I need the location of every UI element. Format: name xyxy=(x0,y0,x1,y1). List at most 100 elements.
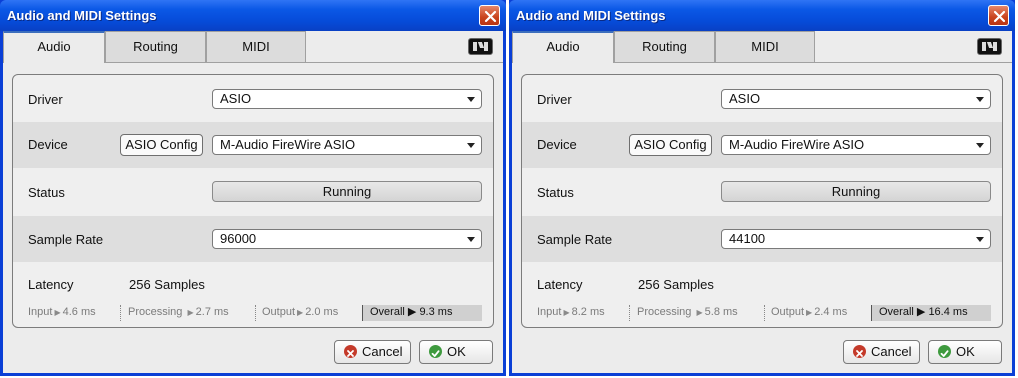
latency-label: Latency xyxy=(28,277,74,292)
device-select[interactable]: M-Audio FireWire ASIO xyxy=(212,135,482,155)
driver-row: Driver ASIO xyxy=(522,75,1002,122)
check-circle-icon xyxy=(429,345,442,358)
input-latency: Input ▶ 8.2 ms xyxy=(537,306,605,318)
chevron-down-icon xyxy=(467,237,475,242)
driver-select[interactable]: ASIO xyxy=(212,89,482,109)
sample-rate-select[interactable]: 44100 xyxy=(721,229,991,249)
settings-window-left: Audio and MIDI Settings Audio Routing MI… xyxy=(0,0,506,376)
native-instruments-logo-icon xyxy=(468,38,493,55)
input-latency: Input ▶ 4.6 ms xyxy=(28,306,96,318)
triangle-right-icon: ▶ xyxy=(407,306,417,318)
chevron-down-icon xyxy=(976,237,984,242)
tab-audio[interactable]: Audio xyxy=(3,31,105,63)
sample-rate-value: 96000 xyxy=(220,231,257,246)
triangle-right-icon: ▶ xyxy=(563,308,570,317)
chevron-down-icon xyxy=(467,143,475,148)
status-indicator: Running xyxy=(212,181,482,202)
status-label: Status xyxy=(28,185,65,200)
ok-button[interactable]: OK xyxy=(419,340,493,364)
sample-rate-select[interactable]: 96000 xyxy=(212,229,482,249)
tab-audio[interactable]: Audio xyxy=(512,31,614,63)
check-circle-icon xyxy=(938,345,951,358)
tab-midi[interactable]: MIDI xyxy=(715,31,815,63)
tab-routing[interactable]: Routing xyxy=(614,31,715,63)
cancel-label: Cancel xyxy=(871,344,912,359)
overall-latency: Overall ▶ 9.3 ms xyxy=(362,305,482,321)
tab-divider xyxy=(306,62,503,63)
cancel-label: Cancel xyxy=(362,344,403,359)
processing-latency: Processing ▶ 2.7 ms xyxy=(128,306,229,318)
divider xyxy=(764,305,765,321)
driver-value: ASIO xyxy=(729,91,761,106)
audio-settings-panel: Driver ASIO Device ASIO Config M-Audio F… xyxy=(12,74,494,328)
latency-value: 256 Samples xyxy=(129,277,205,292)
driver-row: Driver ASIO xyxy=(13,75,493,122)
tab-bar: Audio Routing MIDI xyxy=(3,31,503,63)
cancel-circle-icon xyxy=(853,345,866,358)
settings-window-right: Audio and MIDI Settings Audio Routing MI… xyxy=(509,0,1015,376)
output-latency: Output ▶ 2.4 ms xyxy=(771,306,848,318)
status-row: Status Running xyxy=(522,168,1002,216)
sample-rate-row: Sample Rate 44100 xyxy=(522,216,1002,262)
tab-bar: Audio Routing MIDI xyxy=(512,31,1012,63)
asio-config-button[interactable]: ASIO Config xyxy=(629,134,712,156)
chevron-down-icon xyxy=(976,97,984,102)
audio-settings-panel: Driver ASIO Device ASIO Config M-Audio F… xyxy=(521,74,1003,328)
dialog-client-area: Audio Routing MIDI Driver ASIO Device AS… xyxy=(512,31,1012,373)
triangle-right-icon: ▶ xyxy=(806,308,813,317)
driver-label: Driver xyxy=(537,92,572,107)
tab-routing[interactable]: Routing xyxy=(105,31,206,63)
asio-config-button[interactable]: ASIO Config xyxy=(120,134,203,156)
tab-divider xyxy=(815,62,1012,63)
latency-value: 256 Samples xyxy=(638,277,714,292)
triangle-right-icon: ▶ xyxy=(187,308,194,317)
ok-label: OK xyxy=(956,344,975,359)
chevron-down-icon xyxy=(976,143,984,148)
title-bar[interactable]: Audio and MIDI Settings xyxy=(509,0,1015,31)
close-button[interactable] xyxy=(479,5,500,26)
dialog-client-area: Audio Routing MIDI Driver ASIO Device AS… xyxy=(3,31,503,373)
output-latency: Output ▶ 2.0 ms xyxy=(262,306,339,318)
device-select[interactable]: M-Audio FireWire ASIO xyxy=(721,135,991,155)
triangle-right-icon: ▶ xyxy=(54,308,61,317)
status-label: Status xyxy=(537,185,574,200)
sample-rate-row: Sample Rate 96000 xyxy=(13,216,493,262)
latency-row: Latency 256 Samples Input ▶ 8.2 ms Process… xyxy=(522,262,1002,327)
cancel-circle-icon xyxy=(344,345,357,358)
driver-label: Driver xyxy=(28,92,63,107)
close-icon xyxy=(993,10,1006,23)
latency-label: Latency xyxy=(537,277,583,292)
cancel-button[interactable]: Cancel xyxy=(334,340,411,364)
driver-value: ASIO xyxy=(220,91,252,106)
divider xyxy=(120,305,121,321)
cancel-button[interactable]: Cancel xyxy=(843,340,920,364)
device-value: M-Audio FireWire ASIO xyxy=(220,137,356,152)
divider xyxy=(629,305,630,321)
chevron-down-icon xyxy=(467,97,475,102)
latency-row: Latency 256 Samples Input ▶ 4.6 ms Process… xyxy=(13,262,493,327)
device-label: Device xyxy=(28,137,68,152)
device-value: M-Audio FireWire ASIO xyxy=(729,137,865,152)
overall-latency: Overall ▶ 16.4 ms xyxy=(871,305,991,321)
status-row: Status Running xyxy=(13,168,493,216)
sample-rate-value: 44100 xyxy=(729,231,766,246)
native-instruments-logo-icon xyxy=(977,38,1002,55)
tab-midi[interactable]: MIDI xyxy=(206,31,306,63)
divider xyxy=(255,305,256,321)
device-row: Device ASIO Config M-Audio FireWire ASIO xyxy=(13,122,493,168)
window-title: Audio and MIDI Settings xyxy=(516,8,666,23)
triangle-right-icon: ▶ xyxy=(297,308,304,317)
window-title: Audio and MIDI Settings xyxy=(7,8,157,23)
processing-latency: Processing ▶ 5.8 ms xyxy=(637,306,738,318)
sample-rate-label: Sample Rate xyxy=(28,232,104,247)
sample-rate-label: Sample Rate xyxy=(537,232,613,247)
ok-button[interactable]: OK xyxy=(928,340,1002,364)
ok-label: OK xyxy=(447,344,466,359)
triangle-right-icon: ▶ xyxy=(916,306,926,318)
close-icon xyxy=(484,10,497,23)
title-bar[interactable]: Audio and MIDI Settings xyxy=(0,0,506,31)
triangle-right-icon: ▶ xyxy=(696,308,703,317)
close-button[interactable] xyxy=(988,5,1009,26)
driver-select[interactable]: ASIO xyxy=(721,89,991,109)
device-label: Device xyxy=(537,137,577,152)
